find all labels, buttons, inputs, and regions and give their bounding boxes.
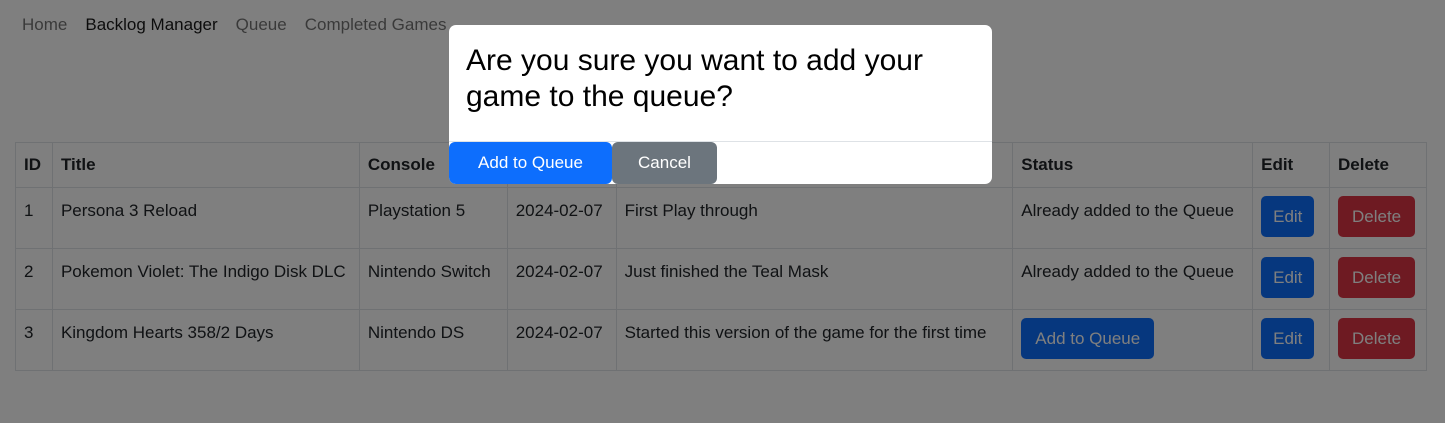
cancel-button[interactable]: Cancel (612, 142, 717, 184)
confirm-modal: Are you sure you want to add your game t… (449, 25, 992, 184)
modal-title: Are you sure you want to add your game t… (466, 44, 923, 113)
confirm-add-to-queue-button[interactable]: Add to Queue (449, 142, 612, 184)
page: Home Backlog Manager Queue Completed Gam… (0, 0, 1445, 423)
